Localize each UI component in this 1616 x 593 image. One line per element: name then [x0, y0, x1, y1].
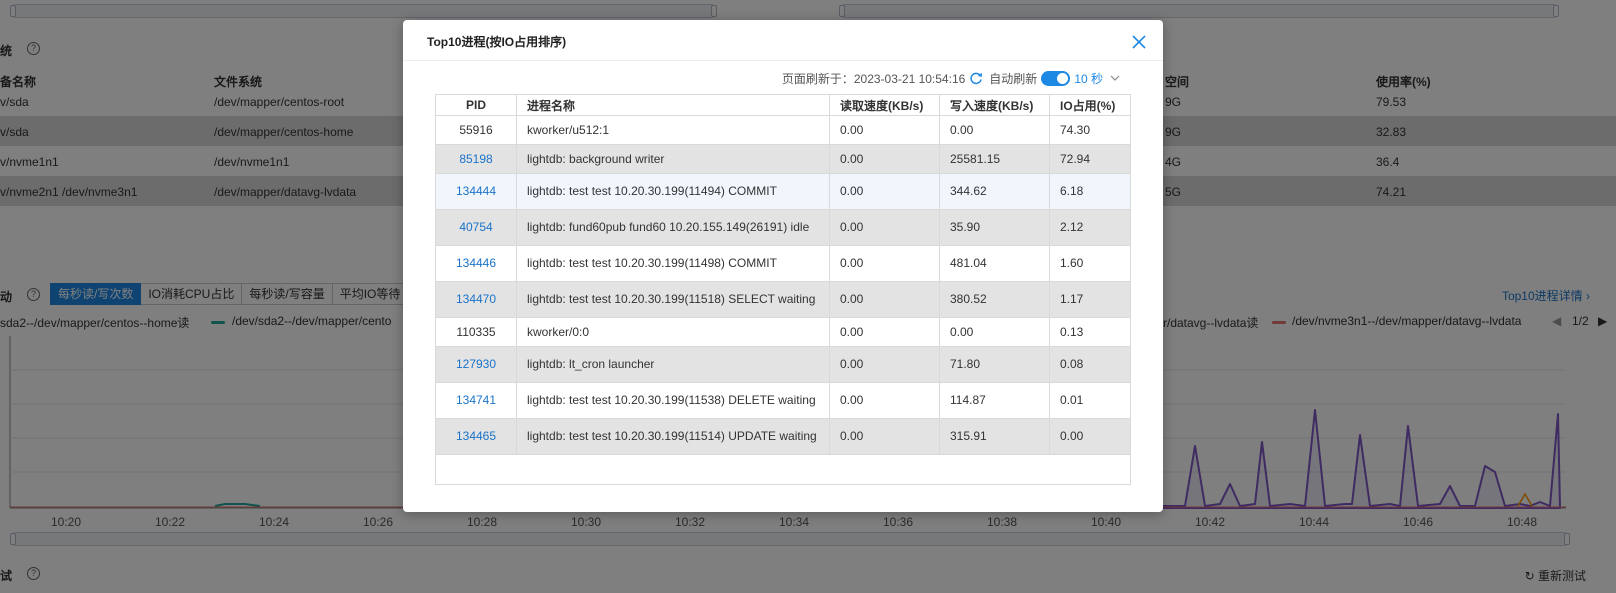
toggle-knob	[1057, 72, 1069, 84]
refresh-interval-select[interactable]: 10 秒	[1074, 70, 1103, 87]
read-speed-cell: 0.00	[829, 418, 940, 455]
read-speed-cell: 0.00	[829, 209, 940, 246]
table-empty-filler	[435, 454, 1131, 485]
table-row: 40754 lightdb: fund60pub fund60 10.20.15…	[435, 209, 1131, 246]
io-usage-cell: 72.94	[1049, 144, 1131, 174]
write-speed-cell: 0.00	[939, 115, 1050, 145]
pid-link[interactable]: 134444	[456, 184, 496, 198]
table-row: 127930 lightdb: lt_cron launcher 0.00 71…	[435, 346, 1131, 383]
pid-cell: 55916	[435, 115, 517, 145]
read-speed-cell: 0.00	[829, 317, 940, 347]
io-usage-cell: 1.17	[1049, 281, 1131, 318]
io-usage-cell: 74.30	[1049, 115, 1131, 145]
process-name-cell: lightdb: background writer	[516, 144, 830, 174]
process-name-cell: lightdb: test test 10.20.30.199(11518) S…	[516, 281, 830, 318]
dialog-divider	[403, 60, 1163, 61]
pid-cell: 134446	[435, 245, 517, 282]
table-row: 134444 lightdb: test test 10.20.30.199(1…	[435, 173, 1131, 210]
process-name-cell: lightdb: test test 10.20.30.199(11538) D…	[516, 382, 830, 419]
io-usage-cell: 6.18	[1049, 173, 1131, 210]
io-usage-cell: 0.01	[1049, 382, 1131, 419]
io-usage-cell: 2.12	[1049, 209, 1131, 246]
pid-cell: 134465	[435, 418, 517, 455]
process-name-cell: lightdb: test test 10.20.30.199(11494) C…	[516, 173, 830, 210]
io-usage-cell: 0.00	[1049, 418, 1131, 455]
pid-cell: 110335	[435, 317, 517, 347]
read-speed-cell: 0.00	[829, 382, 940, 419]
write-speed-cell: 344.62	[939, 173, 1050, 210]
read-speed-cell: 0.00	[829, 346, 940, 383]
write-speed-cell: 0.00	[939, 317, 1050, 347]
table-row: 134470 lightdb: test test 10.20.30.199(1…	[435, 281, 1131, 318]
io-usage-cell: 0.08	[1049, 346, 1131, 383]
read-speed-cell: 0.00	[829, 144, 940, 174]
pid-link[interactable]: 134741	[456, 393, 496, 407]
read-speed-cell: 0.00	[829, 173, 940, 210]
write-speed-cell: 481.04	[939, 245, 1050, 282]
col-header-pid[interactable]: PID	[435, 94, 517, 116]
write-speed-cell: 35.90	[939, 209, 1050, 246]
table-row: 134465 lightdb: test test 10.20.30.199(1…	[435, 418, 1131, 455]
write-speed-cell: 114.87	[939, 382, 1050, 419]
pid-link[interactable]: 134470	[456, 292, 496, 306]
write-speed-cell: 380.52	[939, 281, 1050, 318]
pid-link[interactable]: 134465	[456, 429, 496, 443]
pid-link[interactable]: 127930	[456, 357, 496, 371]
table-row: 55916 kworker/u512:1 0.00 0.00 74.30	[435, 115, 1131, 145]
io-usage-cell: 1.60	[1049, 245, 1131, 282]
refresh-timestamp: 页面刷新于：2023-03-21 10:54:16	[781, 71, 966, 86]
process-name-cell: lightdb: test test 10.20.30.199(11498) C…	[516, 245, 830, 282]
chevron-down-icon[interactable]	[1109, 72, 1121, 84]
auto-refresh-toggle[interactable]	[1041, 70, 1071, 86]
process-name-cell: kworker/u512:1	[516, 115, 830, 145]
pid-cell: 127930	[435, 346, 517, 383]
write-speed-cell: 315.91	[939, 418, 1050, 455]
auto-refresh-label: 自动刷新	[989, 71, 1038, 86]
pid-cell: 134741	[435, 382, 517, 419]
pid-cell: 134470	[435, 281, 517, 318]
table-row: 134446 lightdb: test test 10.20.30.199(1…	[435, 245, 1131, 282]
col-header-name[interactable]: 进程名称	[516, 94, 830, 116]
pid-link[interactable]: 40754	[459, 220, 492, 234]
table-header-row: PID 进程名称 读取速度(KB/s) 写入速度(KB/s) IO占用(%)	[435, 94, 1131, 116]
read-speed-cell: 0.00	[829, 245, 940, 282]
pid-link[interactable]: 85198	[459, 152, 492, 166]
col-header-io[interactable]: IO占用(%)	[1049, 94, 1131, 116]
refresh-icon[interactable]	[969, 71, 983, 85]
process-name-cell: lightdb: fund60pub fund60 10.20.155.149(…	[516, 209, 830, 246]
pid-cell: 40754	[435, 209, 517, 246]
pid-cell: 134444	[435, 173, 517, 210]
write-speed-cell: 71.80	[939, 346, 1050, 383]
pid-text: 55916	[459, 122, 493, 137]
pid-cell: 85198	[435, 144, 517, 174]
io-usage-cell: 0.13	[1049, 317, 1131, 347]
dialog-title: Top10进程(按IO占用排序)	[427, 35, 567, 49]
filler-cell	[435, 454, 1131, 485]
refresh-toolbar: 页面刷新于：2023-03-21 10:54:16 自动刷新 10 秒	[782, 68, 1121, 88]
process-table: PID 进程名称 读取速度(KB/s) 写入速度(KB/s) IO占用(%) 5…	[435, 94, 1131, 485]
col-header-read[interactable]: 读取速度(KB/s)	[829, 94, 940, 116]
read-speed-cell: 0.00	[829, 281, 940, 318]
process-name-cell: lightdb: test test 10.20.30.199(11514) U…	[516, 418, 830, 455]
table-row: 85198 lightdb: background writer 0.00 25…	[435, 144, 1131, 174]
write-speed-cell: 25581.15	[939, 144, 1050, 174]
process-name-cell: lightdb: lt_cron launcher	[516, 346, 830, 383]
top10-process-dialog: Top10进程(按IO占用排序) 页面刷新于：2023-03-21 10:54:…	[403, 20, 1163, 512]
close-icon[interactable]	[1131, 34, 1147, 50]
col-header-write[interactable]: 写入速度(KB/s)	[939, 94, 1050, 116]
table-row: 110335 kworker/0:0 0.00 0.00 0.13	[435, 317, 1131, 347]
table-row: 134741 lightdb: test test 10.20.30.199(1…	[435, 382, 1131, 419]
read-speed-cell: 0.00	[829, 115, 940, 145]
process-name-cell: kworker/0:0	[516, 317, 830, 347]
pid-text: 110335	[456, 324, 496, 339]
pid-link[interactable]: 134446	[456, 256, 496, 270]
